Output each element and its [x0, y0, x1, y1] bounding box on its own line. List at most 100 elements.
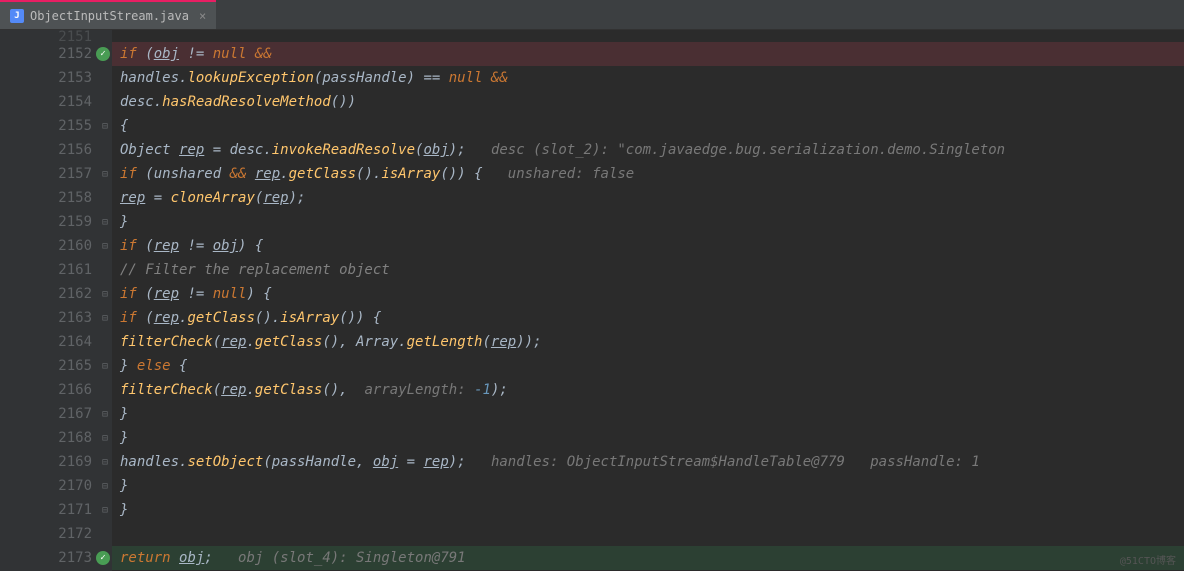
var-rep: rep	[221, 382, 246, 398]
var-obj: obj	[373, 454, 398, 470]
code-line: if (obj != null &&	[112, 42, 1184, 66]
keyword: if	[120, 46, 137, 62]
code-line: if (rep.getClass().isArray()) {	[112, 306, 1184, 330]
watermark: @51CTO博客	[1120, 552, 1176, 567]
line-number: 2156	[0, 138, 112, 162]
method: getClass	[255, 382, 322, 398]
code-line: }	[112, 426, 1184, 450]
fold-icon[interactable]: ⊟	[102, 289, 108, 300]
line-number: 2171⊟	[0, 498, 112, 522]
fold-icon[interactable]: ⊟	[102, 409, 108, 420]
fold-icon[interactable]: ⊟	[102, 457, 108, 468]
method: getClass	[187, 310, 254, 326]
fold-icon[interactable]: ⊟	[102, 169, 108, 180]
file-tab[interactable]: J ObjectInputStream.java ×	[0, 0, 216, 29]
inline-hint: handles: ObjectInputStream$HandleTable@7…	[491, 454, 980, 470]
code-line	[112, 522, 1184, 546]
line-number: 2173✓	[0, 546, 112, 570]
line-number: 2158	[0, 186, 112, 210]
var-obj: obj	[154, 46, 179, 62]
fold-icon[interactable]: ⊟	[102, 313, 108, 324]
code-line: if (rep != null) {	[112, 282, 1184, 306]
var-rep: rep	[255, 166, 280, 182]
op: &&	[491, 70, 508, 86]
breakpoint-check-icon[interactable]: ✓	[96, 551, 110, 565]
line-number: 2167⊟	[0, 402, 112, 426]
keyword: return	[120, 550, 171, 566]
code-line: rep = cloneArray(rep);	[112, 186, 1184, 210]
method: filterCheck	[120, 334, 213, 350]
code-line: {	[112, 114, 1184, 138]
code-line: }	[112, 474, 1184, 498]
null-kw: null	[213, 46, 247, 62]
op: &&	[255, 46, 272, 62]
code-line: } else {	[112, 354, 1184, 378]
line-number: 2168⊟	[0, 426, 112, 450]
line-number: 2154	[0, 90, 112, 114]
code-line: filterCheck(rep.getClass(), Array.getLen…	[112, 330, 1184, 354]
var-obj: obj	[423, 142, 448, 158]
editor: 21512152✓215321542155⊟21562157⊟21582159⊟…	[0, 30, 1184, 571]
op: &&	[230, 166, 247, 182]
gutter: 21512152✓215321542155⊟21562157⊟21582159⊟…	[0, 30, 112, 571]
code-line: Object rep = desc.invokeReadResolve(obj)…	[112, 138, 1184, 162]
var-rep: rep	[154, 286, 179, 302]
keyword: if	[120, 310, 137, 326]
line-number: 2159⊟	[0, 210, 112, 234]
var-obj: obj	[179, 550, 204, 566]
null-kw: null	[213, 286, 247, 302]
close-icon[interactable]: ×	[199, 9, 206, 23]
var: handles	[120, 454, 179, 470]
code-line: // Filter the replacement object	[112, 258, 1184, 282]
code-line: desc.hasReadResolveMethod())	[112, 90, 1184, 114]
breakpoint-check-icon[interactable]: ✓	[96, 47, 110, 61]
line-number: 2152✓	[0, 42, 112, 66]
code-line: return obj; obj (slot_4): Singleton@791	[112, 546, 1184, 570]
code-line: }	[112, 498, 1184, 522]
line-number: 2170⊟	[0, 474, 112, 498]
fold-icon[interactable]: ⊟	[102, 361, 108, 372]
line-number: 2161	[0, 258, 112, 282]
method: lookupException	[187, 70, 313, 86]
method: hasReadResolveMethod	[162, 94, 331, 110]
line-number: 2162⊟	[0, 282, 112, 306]
fold-icon[interactable]: ⊟	[102, 433, 108, 444]
line-number: 2153	[0, 66, 112, 90]
fold-icon[interactable]: ⊟	[102, 217, 108, 228]
tab-filename: ObjectInputStream.java	[30, 9, 189, 23]
line-number: 2165⊟	[0, 354, 112, 378]
var-rep: rep	[423, 454, 448, 470]
var: handles	[120, 70, 179, 86]
type: Object	[120, 142, 171, 158]
code-line: }	[112, 210, 1184, 234]
fold-icon[interactable]: ⊟	[102, 241, 108, 252]
var-rep: rep	[154, 310, 179, 326]
inline-hint: arrayLength:	[364, 382, 465, 398]
fold-icon[interactable]: ⊟	[102, 481, 108, 492]
fold-icon[interactable]: ⊟	[102, 505, 108, 516]
method: getLength	[407, 334, 483, 350]
inline-hint: unshared: false	[508, 166, 634, 182]
line-number: 2169⊟	[0, 450, 112, 474]
keyword: if	[120, 286, 137, 302]
var-rep: rep	[120, 190, 145, 206]
var-rep: rep	[491, 334, 516, 350]
method: setObject	[187, 454, 263, 470]
code-line: handles.lookupException(passHandle) == n…	[112, 66, 1184, 90]
code-area[interactable]: if (obj != null && handles.lookupExcepti…	[112, 30, 1184, 571]
code-line: if (unshared && rep.getClass().isArray()…	[112, 162, 1184, 186]
line-number: 2163⊟	[0, 306, 112, 330]
fold-icon[interactable]: ⊟	[102, 121, 108, 132]
method: getClass	[255, 334, 322, 350]
code-line: if (rep != obj) {	[112, 234, 1184, 258]
line-number: 2160⊟	[0, 234, 112, 258]
keyword: if	[120, 238, 137, 254]
line-number: 2151	[0, 32, 112, 42]
java-file-icon: J	[10, 9, 24, 23]
var-rep: rep	[179, 142, 204, 158]
line-number: 2157⊟	[0, 162, 112, 186]
line-number: 2172	[0, 522, 112, 546]
var-rep: rep	[263, 190, 288, 206]
number: -1	[474, 382, 491, 398]
method: cloneArray	[171, 190, 255, 206]
